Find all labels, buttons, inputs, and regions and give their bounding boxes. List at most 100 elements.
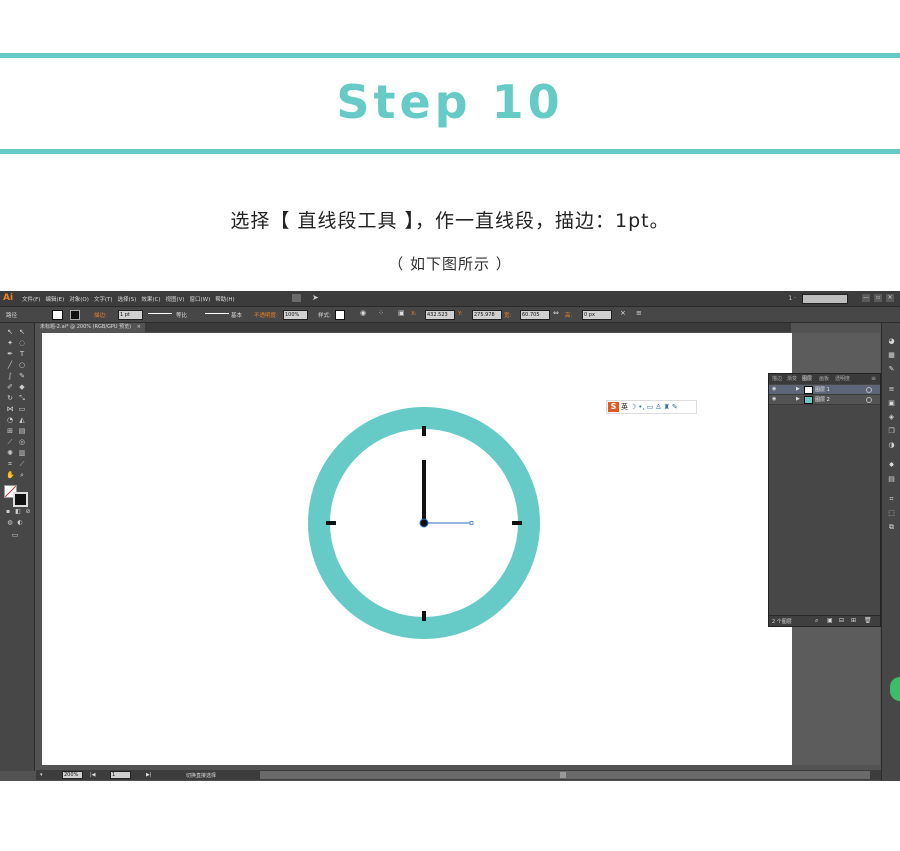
rotate-tool-icon[interactable]: ↻ bbox=[6, 394, 14, 402]
first-artboard-icon[interactable]: |◀ bbox=[90, 772, 96, 778]
menu-icon[interactable]: ≡ bbox=[636, 309, 642, 317]
menu-view[interactable]: 视图(V) bbox=[165, 295, 184, 303]
transform-options-icon[interactable]: ⨯ bbox=[620, 309, 626, 317]
appearance-icon[interactable]: ✸ bbox=[887, 461, 896, 469]
style-swatch[interactable] bbox=[335, 310, 345, 320]
target-circle-icon[interactable] bbox=[866, 397, 872, 403]
perspective-grid-tool-icon[interactable]: ◭ bbox=[18, 416, 26, 424]
next-artboard-icon[interactable]: ▶| bbox=[146, 772, 152, 778]
layer-row[interactable]: ◉ ▶ 图层 1 bbox=[769, 385, 880, 395]
graphic-styles-icon[interactable]: ▤ bbox=[887, 475, 896, 483]
symbol-sprayer-tool-icon[interactable]: ✺ bbox=[6, 449, 14, 457]
profile-label[interactable]: 等比 bbox=[176, 311, 187, 319]
layer-row[interactable]: ◉ ▶ 图层 2 bbox=[769, 395, 880, 405]
y-field[interactable]: 275.978 bbox=[472, 310, 502, 320]
zoom-tool-icon[interactable]: ⌕ bbox=[18, 471, 26, 479]
color-guide-icon[interactable]: ▦ bbox=[887, 351, 896, 359]
line-segment-tool-icon[interactable]: ╱ bbox=[6, 361, 14, 369]
direct-selection-tool-icon[interactable]: ↖ bbox=[18, 328, 26, 336]
sogou-logo-icon[interactable]: S bbox=[608, 402, 619, 412]
horizontal-scrollbar[interactable] bbox=[260, 771, 870, 779]
eraser-tool-icon[interactable]: ◆ bbox=[18, 383, 26, 391]
type-tool-icon[interactable]: T bbox=[18, 350, 26, 358]
menu-edit[interactable]: 编辑(E) bbox=[45, 295, 64, 303]
x-label[interactable]: X: bbox=[411, 311, 417, 317]
document-tab[interactable]: 未标题-2.ai* @ 200% (RGB/GPU 预览) × bbox=[36, 323, 145, 332]
w-label[interactable]: 宽: bbox=[504, 311, 511, 319]
stroke-weight-field[interactable]: 1 pt bbox=[118, 310, 143, 320]
opacity-label[interactable]: 不透明度: bbox=[254, 311, 278, 319]
menu-effect[interactable]: 效果(C) bbox=[141, 295, 160, 303]
gradient-mode-icon[interactable]: ◧ bbox=[14, 508, 22, 516]
eyedropper-tool-icon[interactable]: ⟋ bbox=[6, 438, 14, 446]
swatches-icon[interactable]: ✎ bbox=[887, 365, 896, 373]
menu-select[interactable]: 选择(S) bbox=[118, 295, 137, 303]
stroke-label[interactable]: 描边: bbox=[94, 311, 107, 319]
w-field[interactable]: 60.705 bbox=[520, 310, 550, 320]
gradient-tool-icon[interactable]: ▤ bbox=[18, 427, 26, 435]
menu-type[interactable]: 文字(T) bbox=[94, 295, 113, 303]
hand-tool-icon[interactable]: ✋ bbox=[6, 471, 15, 479]
delete-layer-icon[interactable]: 🗑 bbox=[864, 617, 872, 624]
magic-wand-tool-icon[interactable]: ✦ bbox=[6, 339, 14, 347]
layers-panel-icon[interactable]: ◈ bbox=[887, 413, 896, 421]
screen-mode-icon[interactable]: ▭ bbox=[11, 531, 19, 539]
search-input[interactable] bbox=[802, 294, 848, 304]
none-mode-icon[interactable]: ⊘ bbox=[24, 508, 32, 516]
visibility-eye-icon[interactable]: ◉ bbox=[772, 396, 777, 402]
pathfinder-icon[interactable]: ⧉ bbox=[887, 523, 896, 531]
tab-transparency[interactable]: 透明度 bbox=[835, 375, 850, 382]
target-circle-icon[interactable] bbox=[866, 387, 872, 393]
send-icon[interactable]: ➤ bbox=[312, 293, 319, 302]
keyboard-icon[interactable]: ▭ bbox=[647, 403, 654, 411]
menu-help[interactable]: 帮助(H) bbox=[215, 295, 234, 303]
menu-window[interactable]: 窗口(W) bbox=[190, 295, 211, 303]
ime-toolbar[interactable]: S 英 ☽ •, ▭ ♙ ♜ ✎ bbox=[606, 400, 697, 414]
tab-close-icon[interactable]: × bbox=[137, 324, 141, 330]
lasso-tool-icon[interactable]: ◌ bbox=[18, 339, 26, 347]
ime-mode-label[interactable]: 英 bbox=[621, 402, 628, 412]
stroke-panel-icon[interactable]: ≡ bbox=[887, 385, 896, 393]
opacity-field[interactable]: 100% bbox=[283, 310, 308, 320]
draw-mode-icon[interactable]: ◍ bbox=[6, 519, 14, 527]
floating-green-badge[interactable] bbox=[890, 677, 900, 701]
locate-object-icon[interactable]: ⌕ bbox=[815, 617, 818, 625]
scroll-thumb[interactable] bbox=[560, 772, 566, 778]
transform-panel-icon[interactable]: ⬚ bbox=[887, 509, 896, 517]
tab-stroke[interactable]: 描边 bbox=[772, 375, 782, 382]
blob-brush-tool-icon[interactable]: ✐ bbox=[6, 383, 14, 391]
link-icon[interactable]: ⇔ bbox=[553, 309, 559, 317]
stroke-color-icon[interactable] bbox=[13, 492, 28, 507]
clipping-mask-icon[interactable]: ▣ bbox=[827, 617, 833, 624]
selection-tool-icon[interactable]: ↖ bbox=[6, 328, 14, 336]
fill-swatch[interactable] bbox=[52, 310, 63, 320]
new-sublayer-icon[interactable]: ⊟ bbox=[839, 617, 844, 624]
width-tool-icon[interactable]: ⋈ bbox=[6, 405, 14, 413]
h-label[interactable]: 高: bbox=[565, 311, 572, 319]
maximize-button[interactable]: ▫ bbox=[874, 294, 882, 302]
expand-arrow-icon[interactable]: ▶ bbox=[796, 386, 800, 392]
skin-icon[interactable]: ♜ bbox=[664, 403, 670, 411]
slice-tool-icon[interactable]: ⟋ bbox=[18, 460, 26, 468]
transform-icon[interactable]: ▣ bbox=[398, 309, 405, 317]
align-icon[interactable]: ⁘ bbox=[378, 309, 384, 317]
pencil-tool-icon[interactable]: ✎ bbox=[18, 372, 26, 380]
zoom-field[interactable]: 200% bbox=[62, 771, 83, 779]
recolor-icon[interactable]: ◉ bbox=[360, 309, 366, 317]
blend-tool-icon[interactable]: ◎ bbox=[18, 438, 26, 446]
mesh-tool-icon[interactable]: ⊞ bbox=[6, 427, 14, 435]
close-button[interactable]: ✕ bbox=[886, 294, 894, 302]
stroke-swatch[interactable] bbox=[70, 310, 80, 320]
transparency-icon[interactable]: ◑ bbox=[887, 441, 896, 449]
expand-arrow-icon[interactable]: ▶ bbox=[796, 396, 800, 402]
y-label[interactable]: Y: bbox=[458, 311, 462, 317]
menu-file[interactable]: 文件(F) bbox=[22, 295, 40, 303]
draw-behind-icon[interactable]: ◐ bbox=[16, 519, 24, 527]
visibility-eye-icon[interactable]: ◉ bbox=[772, 386, 777, 392]
shape-builder-tool-icon[interactable]: ◔ bbox=[6, 416, 14, 424]
paintbrush-tool-icon[interactable]: ∫ bbox=[6, 372, 14, 380]
zoom-menu-icon[interactable]: ▾ bbox=[40, 772, 43, 778]
gradient-panel-icon[interactable]: ▣ bbox=[887, 399, 896, 407]
h-field[interactable]: 0 px bbox=[582, 310, 612, 320]
anchor-point[interactable] bbox=[469, 521, 474, 525]
